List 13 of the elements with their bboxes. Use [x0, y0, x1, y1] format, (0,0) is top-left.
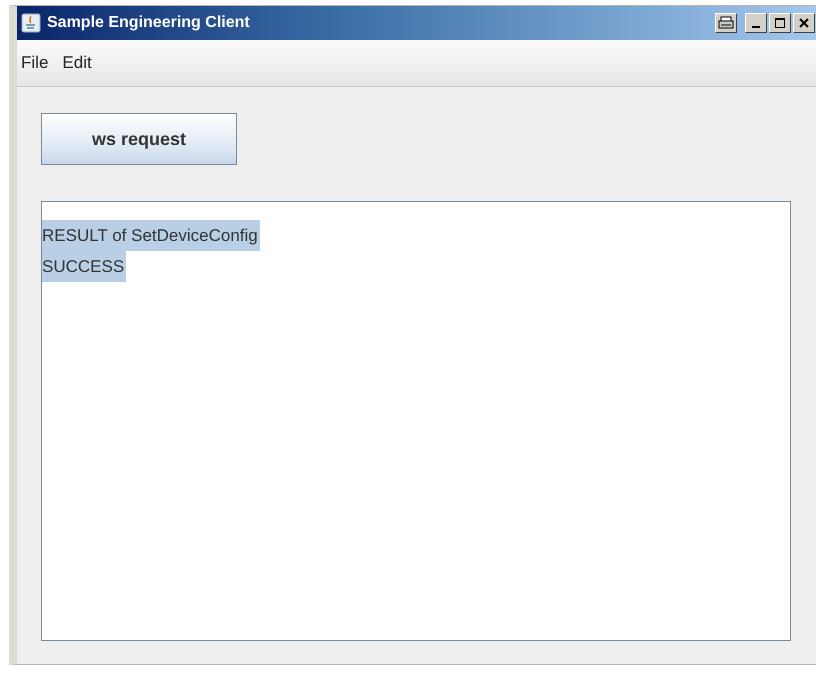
close-button[interactable]: [793, 13, 815, 33]
window-title: Sample Engineering Client: [47, 14, 250, 32]
maximize-icon: [774, 17, 786, 29]
minimize-icon: [752, 26, 760, 28]
output-text-area[interactable]: RESULT of SetDeviceConfig SUCCESS: [41, 201, 791, 641]
menu-item[interactable]: File: [21, 53, 48, 73]
menu-item[interactable]: Edit: [62, 53, 92, 73]
minimize-button[interactable]: [745, 13, 767, 33]
request-button[interactable]: ws request: [41, 113, 237, 165]
app-icon: [21, 13, 41, 33]
printer-icon[interactable]: [715, 13, 737, 33]
close-icon: [798, 17, 810, 29]
maximize-button[interactable]: [769, 13, 791, 33]
